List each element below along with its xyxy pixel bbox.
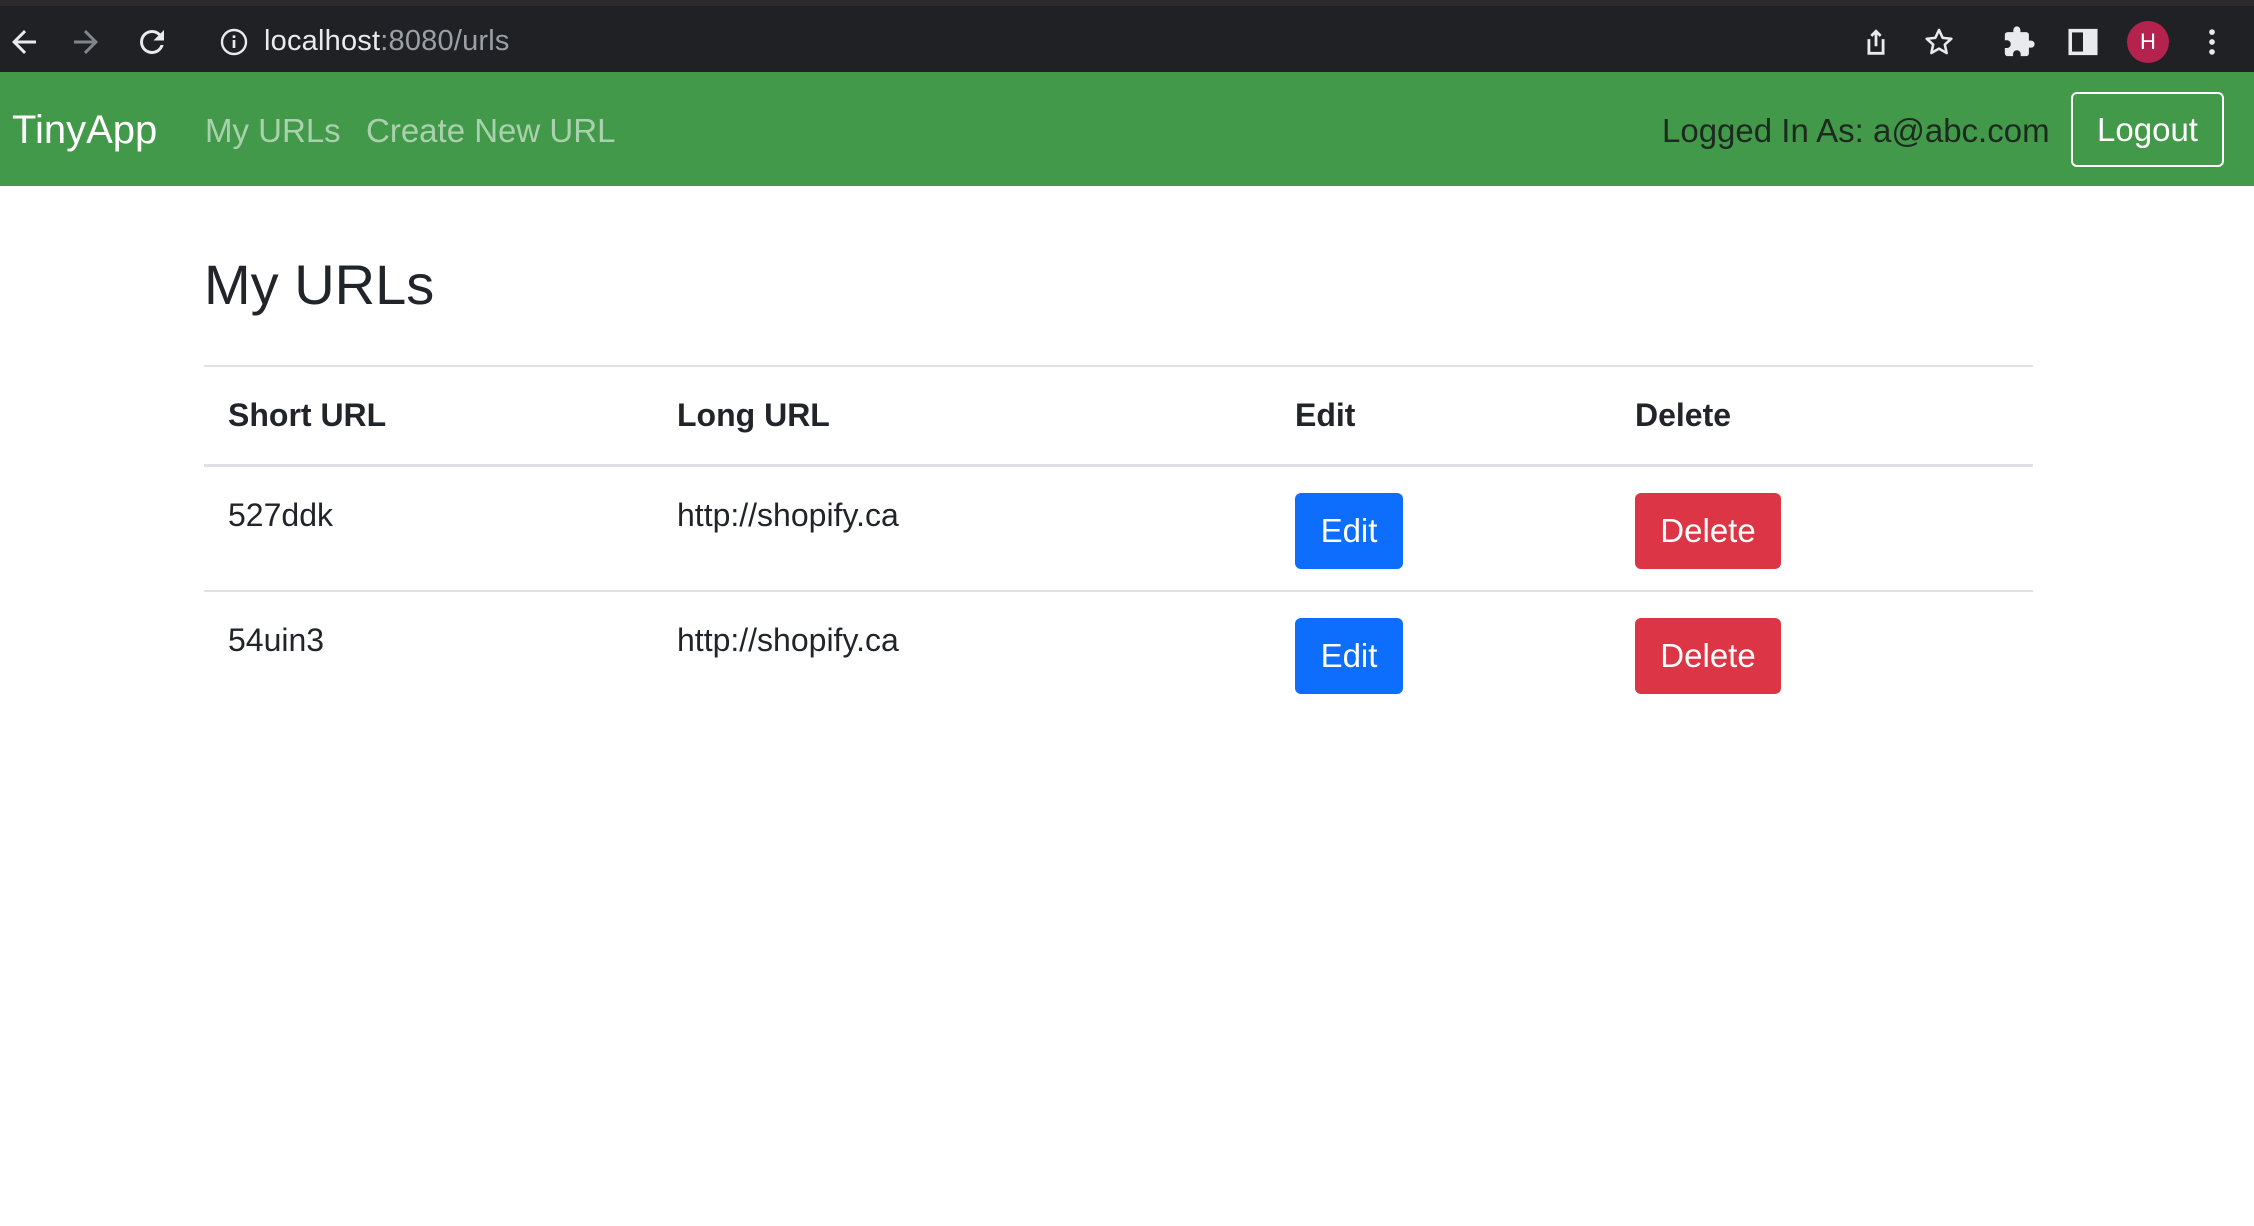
short-url-text: 54uin3 — [228, 622, 325, 658]
table-row: 527ddk http://shopify.ca Edit Delete — [204, 465, 2033, 592]
url-text: localhost:8080/urls — [264, 25, 510, 58]
nav-link-create-new-url[interactable]: Create New URL — [366, 112, 615, 150]
urls-table: Short URL Long URL Edit Delete 527ddk ht… — [204, 365, 2033, 717]
logout-button[interactable]: Logout — [2071, 92, 2224, 167]
edit-cell: Edit — [1271, 591, 1611, 717]
long-url-cell: http://shopify.ca — [653, 465, 1271, 592]
delete-button[interactable]: Delete — [1635, 492, 1781, 569]
edit-button[interactable]: Edit — [1295, 618, 1403, 694]
extensions-icon[interactable] — [1995, 18, 2043, 66]
delete-button[interactable]: Delete — [1635, 618, 1781, 694]
app-navbar: TinyApp My URLs Create New URL Logged In… — [0, 72, 2254, 186]
address-bar[interactable]: localhost:8080/urls — [196, 14, 1964, 70]
edit-button[interactable]: Edit — [1295, 492, 1403, 569]
forward-arrow-icon[interactable] — [62, 18, 110, 66]
edit-cell: Edit — [1271, 465, 1611, 592]
column-header-edit: Edit — [1271, 365, 1611, 467]
urls-table-container: Short URL Long URL Edit Delete 527ddk ht… — [204, 365, 2033, 717]
url-host: localhost — [264, 25, 381, 57]
share-icon[interactable] — [1852, 18, 1900, 66]
side-panel-icon[interactable] — [2059, 18, 2107, 66]
long-url-text: http://shopify.ca — [677, 622, 899, 658]
logged-in-status: Logged In As: a@abc.com — [1662, 112, 2050, 149]
delete-cell: Delete — [1611, 591, 2033, 717]
table-header-row: Short URL Long URL Edit Delete — [204, 365, 2033, 467]
long-url-cell: http://shopify.ca — [653, 591, 1271, 717]
profile-avatar[interactable]: H — [2127, 21, 2169, 63]
column-header-delete: Delete — [1611, 365, 2033, 467]
long-url-text: http://shopify.ca — [677, 496, 899, 533]
nav-link-my-urls[interactable]: My URLs — [205, 112, 341, 150]
menu-dots-icon[interactable] — [2188, 18, 2236, 66]
page-title: My URLs — [204, 253, 435, 316]
table-row: 54uin3 http://shopify.ca Edit Delete — [204, 591, 2033, 717]
short-url-cell: 527ddk — [204, 465, 653, 592]
url-path: :8080/urls — [380, 25, 510, 57]
brand-link[interactable]: TinyApp — [12, 108, 157, 153]
info-icon[interactable] — [218, 26, 250, 58]
star-icon[interactable] — [1915, 18, 1963, 66]
column-header-short-url: Short URL — [204, 365, 653, 467]
reload-icon[interactable] — [128, 18, 176, 66]
short-url-cell: 54uin3 — [204, 591, 653, 717]
column-header-long-url: Long URL — [653, 365, 1271, 467]
back-arrow-icon[interactable] — [0, 18, 48, 66]
short-url-text: 527ddk — [228, 496, 333, 533]
browser-toolbar: localhost:8080/urls H — [0, 0, 2254, 72]
delete-cell: Delete — [1611, 465, 2033, 592]
